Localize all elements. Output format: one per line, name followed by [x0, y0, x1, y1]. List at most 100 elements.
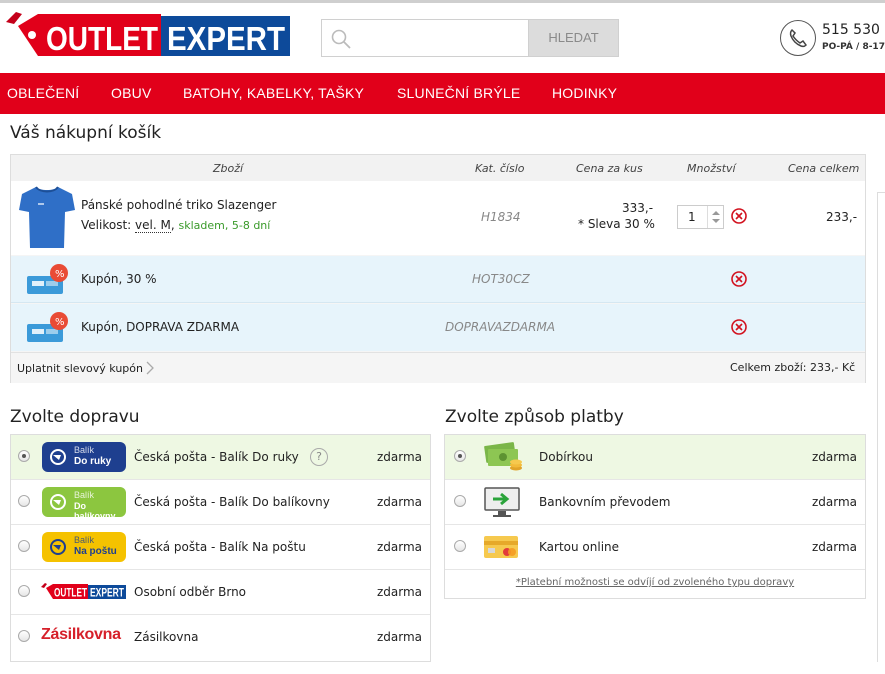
- search-field-wrapper: [321, 19, 529, 57]
- shipping-label: Česká pošta - Balík Na poštu: [134, 540, 306, 554]
- coupon-icon: %: [27, 264, 68, 294]
- shipping-option[interactable]: Balík Do ruky Česká pošta - Balík Do ruk…: [11, 435, 430, 480]
- svg-text:%: %: [55, 269, 65, 280]
- size-value: vel. M: [135, 218, 171, 233]
- size-label: Velikost:: [81, 218, 132, 232]
- shipping-label: Česká pošta - Balík Do balíkovny: [134, 495, 330, 509]
- header-qty: Množství: [687, 162, 736, 175]
- help-icon[interactable]: ?: [310, 448, 328, 466]
- page-title: Váš nákupní košík: [10, 123, 162, 143]
- product-unit-price: 333,-: [622, 201, 654, 215]
- shipping-price: zdarma: [377, 585, 423, 599]
- coupon-icon: %: [27, 312, 68, 342]
- payment-note: *Platební možnosti se odvíjí od zvolenéh…: [515, 577, 795, 588]
- product-image[interactable]: [18, 184, 76, 250]
- outlet-expert-small-logo: OUTLET EXPERT: [41, 583, 126, 600]
- logo-word-expert: EXPERT: [167, 20, 285, 57]
- coupon-code: DOPRAVAZDARMA: [445, 320, 556, 334]
- search-input[interactable]: [322, 20, 529, 56]
- balik-logo-l2: Do balíkovny: [74, 501, 116, 521]
- shipping-price: zdarma: [377, 495, 423, 509]
- payment-radio[interactable]: [454, 450, 466, 462]
- product-code: H1834: [481, 210, 521, 224]
- shipping-option[interactable]: Balík Do balíkovny Česká pošta - Balík D…: [11, 480, 430, 525]
- nav-item-obuv[interactable]: OBUV: [111, 73, 151, 114]
- stock-status: skladem, 5-8 dní: [178, 219, 271, 232]
- na-postu-logo: Balík Na poštu: [42, 532, 126, 562]
- phone-number[interactable]: 515 530: [822, 22, 880, 38]
- cart-header: Zboží Kat. číslo Cena za kus Množství Ce…: [11, 155, 865, 181]
- shipping-radio[interactable]: [18, 630, 30, 642]
- cart-footer: Uplatnit slevový kupón Celkem zboží: 233…: [11, 352, 865, 383]
- cart-row-coupon: % Kupón, 30 % HOT30CZ: [11, 256, 865, 303]
- shipping-option[interactable]: Balík Na poštu Česká pošta - Balík Na po…: [11, 525, 430, 570]
- coupon-name: Kupón, 30 %: [81, 272, 157, 286]
- top-border: [0, 0, 885, 3]
- product-total: 233,-: [826, 210, 858, 224]
- quantity-value: 1: [688, 210, 696, 224]
- shipping-radio[interactable]: [18, 450, 30, 462]
- size-separator: ,: [170, 218, 175, 232]
- balik-logo-l1: Balík: [74, 445, 95, 455]
- phone-hours: PO-PÁ / 8-17: [822, 42, 885, 52]
- header-total: Cena celkem: [788, 162, 860, 175]
- payment-radio[interactable]: [454, 540, 466, 552]
- credit-card-icon: [484, 536, 518, 558]
- shipping-radio[interactable]: [18, 495, 30, 507]
- zasilkovna-logo: Zásilkovna: [41, 626, 121, 643]
- phone-icon: [780, 20, 816, 56]
- shipping-title: Zvolte dopravu: [10, 407, 140, 427]
- quantity-arrows[interactable]: [707, 206, 723, 228]
- nav-item-hodinky[interactable]: HODINKY: [552, 73, 617, 114]
- cart-summary: Celkem zboží: 233,- Kč: [730, 361, 856, 374]
- cart-row-coupon: % Kupón, DOPRAVA ZDARMA DOPRAVAZDARMA: [11, 304, 865, 351]
- svg-text:%: %: [55, 317, 65, 328]
- apply-coupon-link[interactable]: Uplatnit slevový kupón: [17, 361, 155, 375]
- payment-panel: Dobírkou zdarma Bankovním převodem zdarm…: [444, 434, 866, 599]
- payment-option[interactable]: Bankovním převodem zdarma: [445, 480, 865, 525]
- shipping-price: zdarma: [377, 630, 423, 644]
- shipping-label: Osobní odběr Brno: [134, 585, 247, 599]
- apply-coupon-label: Uplatnit slevový kupón: [17, 362, 143, 375]
- header-unit-price: Cena za kus: [576, 162, 643, 175]
- product-name[interactable]: Pánské pohodlné triko Slazenger: [81, 198, 276, 212]
- balik-logo-l2: Na poštu: [74, 546, 117, 557]
- coupon-name: Kupón, DOPRAVA ZDARMA: [81, 320, 240, 334]
- product-discount: * Sleva 30 %: [578, 217, 655, 231]
- payment-label: Kartou online: [539, 540, 620, 554]
- logo-word-outlet: OUTLET: [46, 20, 158, 57]
- main-nav: OBLEČENÍ OBUV BATOHY, KABELKY, TAŠKY SLU…: [0, 73, 885, 114]
- remove-product-icon[interactable]: [731, 208, 747, 224]
- payment-price: zdarma: [812, 495, 858, 509]
- shipping-label: Zásilkovna: [134, 630, 199, 644]
- payment-option[interactable]: Kartou online zdarma: [445, 525, 865, 570]
- shipping-radio[interactable]: [18, 540, 30, 552]
- cash-icon: [484, 442, 522, 471]
- nav-item-bryle[interactable]: SLUNEČNÍ BRÝLE: [397, 73, 520, 114]
- header-code: Kat. číslo: [475, 162, 525, 175]
- shipping-radio[interactable]: [18, 585, 30, 597]
- shipping-option[interactable]: Zásilkovna Zásilkovna zdarma: [11, 615, 430, 660]
- shipping-option[interactable]: OUTLET EXPERT Osobní odběr Brno zdarma: [11, 570, 430, 615]
- payment-label: Dobírkou: [539, 450, 593, 464]
- payment-label: Bankovním převodem: [539, 495, 671, 509]
- outlet-expert-logo[interactable]: OUTLET EXPERT: [6, 12, 290, 62]
- shipping-price: zdarma: [377, 450, 423, 464]
- cart-table: Zboží Kat. číslo Cena za kus Množství Ce…: [10, 154, 866, 383]
- quantity-stepper[interactable]: 1: [677, 205, 724, 229]
- balikovna-logo: Balík Do balíkovny: [42, 487, 126, 521]
- balik-logo: Balík Do ruky: [42, 442, 126, 472]
- payment-radio[interactable]: [454, 495, 466, 507]
- payment-price: zdarma: [812, 450, 858, 464]
- shipping-price: zdarma: [377, 540, 423, 554]
- remove-coupon-icon[interactable]: [731, 319, 747, 335]
- chevron-right-icon: [147, 361, 155, 375]
- payment-title: Zvolte způsob platby: [445, 407, 624, 427]
- payment-option[interactable]: Dobírkou zdarma: [445, 435, 865, 480]
- search-button[interactable]: HLEDAT: [528, 19, 619, 57]
- nav-item-obleceni[interactable]: OBLEČENÍ: [7, 73, 79, 114]
- coupon-code: HOT30CZ: [472, 272, 530, 286]
- nav-item-batohy[interactable]: BATOHY, KABELKY, TAŠKY: [183, 73, 364, 114]
- remove-coupon-icon[interactable]: [731, 271, 747, 287]
- small-logo-word2: EXPERT: [90, 586, 124, 600]
